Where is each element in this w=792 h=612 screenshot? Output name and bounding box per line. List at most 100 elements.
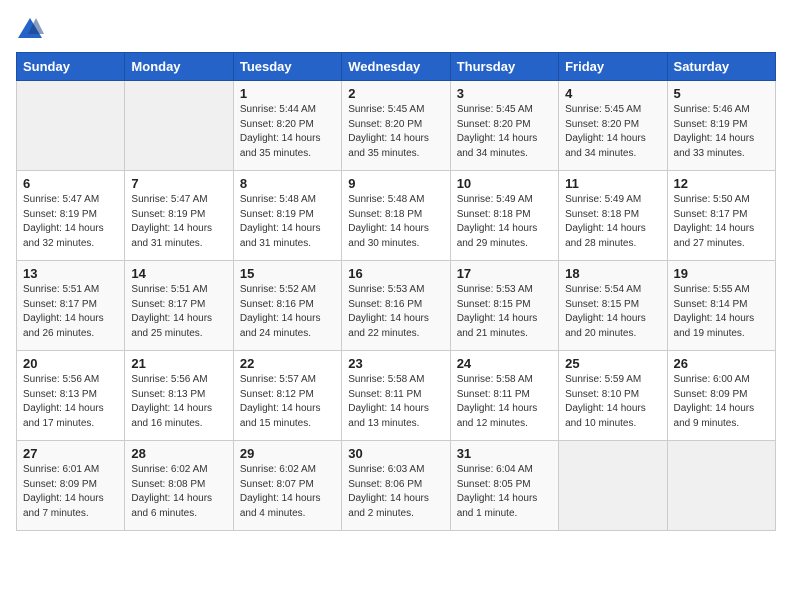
- weekday-header: Wednesday: [342, 53, 450, 81]
- day-number: 19: [674, 266, 769, 281]
- day-number: 20: [23, 356, 118, 371]
- day-number: 30: [348, 446, 443, 461]
- day-number: 28: [131, 446, 226, 461]
- calendar-day-cell: 4 Sunrise: 5:45 AM Sunset: 8:20 PM Daylig…: [559, 81, 667, 171]
- calendar-day-cell: 25Sunrise: 5:59 AM Sunset: 8:10 PM Dayli…: [559, 351, 667, 441]
- day-number: 10: [457, 176, 552, 191]
- weekday-header: Sunday: [17, 53, 125, 81]
- day-number: 7: [131, 176, 226, 191]
- day-detail: Sunrise: 5:56 AM Sunset: 8:13 PM Dayligh…: [131, 373, 226, 431]
- day-number: 23: [348, 356, 443, 371]
- day-number: 17: [457, 266, 552, 281]
- day-detail: Sunrise: 5:49 AM Sunset: 8:18 PM Dayligh…: [565, 193, 660, 251]
- day-detail: Sunrise: 6:02 AM Sunset: 8:07 PM Dayligh…: [240, 463, 335, 521]
- day-detail: Sunrise: 5:55 AM Sunset: 8:14 PM Dayligh…: [674, 283, 769, 341]
- day-detail: Sunrise: 6:02 AM Sunset: 8:08 PM Dayligh…: [131, 463, 226, 521]
- calendar-day-cell: 31 Sunrise: 6:04 AM Sunset: 8:05 PM Dayli…: [450, 441, 558, 531]
- calendar-day-cell: 18Sunrise: 5:54 AM Sunset: 8:15 PM Dayli…: [559, 261, 667, 351]
- day-detail: Sunrise: 5:45 AM Sunset: 8:20 PM Dayligh…: [457, 103, 552, 161]
- day-detail: Sunrise: 5:51 AM Sunset: 8:17 PM Dayligh…: [131, 283, 226, 341]
- calendar-day-cell: 12 Sunrise: 5:50 AM Sunset: 8:17 PM Dayli…: [667, 171, 775, 261]
- day-detail: Sunrise: 6:01 AM Sunset: 8:09 PM Dayligh…: [23, 463, 118, 521]
- day-detail: Sunrise: 5:57 AM Sunset: 8:12 PM Dayligh…: [240, 373, 335, 431]
- day-detail: Sunrise: 5:58 AM Sunset: 8:11 PM Dayligh…: [457, 373, 552, 431]
- day-detail: Sunrise: 5:45 AM Sunset: 8:20 PM Dayligh…: [348, 103, 443, 161]
- day-number: 3: [457, 86, 552, 101]
- day-number: 12: [674, 176, 769, 191]
- day-detail: Sunrise: 5:44 AM Sunset: 8:20 PM Dayligh…: [240, 103, 335, 161]
- day-detail: Sunrise: 5:45 AM Sunset: 8:20 PM Dayligh…: [565, 103, 660, 161]
- calendar-week-row: 1 Sunrise: 5:44 AM Sunset: 8:20 PM Daylig…: [17, 81, 776, 171]
- calendar-day-cell: [17, 81, 125, 171]
- day-detail: Sunrise: 5:47 AM Sunset: 8:19 PM Dayligh…: [131, 193, 226, 251]
- calendar-day-cell: 6 Sunrise: 5:47 AM Sunset: 8:19 PM Daylig…: [17, 171, 125, 261]
- weekday-header: Thursday: [450, 53, 558, 81]
- day-number: 29: [240, 446, 335, 461]
- day-detail: Sunrise: 5:49 AM Sunset: 8:18 PM Dayligh…: [457, 193, 552, 251]
- day-number: 24: [457, 356, 552, 371]
- calendar-day-cell: 8Sunrise: 5:48 AM Sunset: 8:19 PM Daylig…: [233, 171, 341, 261]
- day-number: 15: [240, 266, 335, 281]
- calendar-day-cell: 22 Sunrise: 5:57 AM Sunset: 8:12 PM Dayli…: [233, 351, 341, 441]
- day-detail: Sunrise: 5:51 AM Sunset: 8:17 PM Dayligh…: [23, 283, 118, 341]
- day-number: 14: [131, 266, 226, 281]
- calendar-day-cell: 20 Sunrise: 5:56 AM Sunset: 8:13 PM Dayli…: [17, 351, 125, 441]
- day-detail: Sunrise: 5:53 AM Sunset: 8:16 PM Dayligh…: [348, 283, 443, 341]
- calendar-day-cell: 2 Sunrise: 5:45 AM Sunset: 8:20 PM Daylig…: [342, 81, 450, 171]
- weekday-header: Friday: [559, 53, 667, 81]
- day-number: 27: [23, 446, 118, 461]
- calendar-day-cell: 23 Sunrise: 5:58 AM Sunset: 8:11 PM Dayli…: [342, 351, 450, 441]
- day-number: 11: [565, 176, 660, 191]
- calendar-week-row: 13 Sunrise: 5:51 AM Sunset: 8:17 PM Dayli…: [17, 261, 776, 351]
- day-number: 16: [348, 266, 443, 281]
- calendar-day-cell: 16 Sunrise: 5:53 AM Sunset: 8:16 PM Dayli…: [342, 261, 450, 351]
- calendar-day-cell: [559, 441, 667, 531]
- weekday-header: Tuesday: [233, 53, 341, 81]
- day-number: 21: [131, 356, 226, 371]
- weekday-header: Monday: [125, 53, 233, 81]
- day-number: 8: [240, 176, 335, 191]
- day-detail: Sunrise: 5:46 AM Sunset: 8:19 PM Dayligh…: [674, 103, 769, 161]
- page-header: [16, 16, 776, 44]
- day-detail: Sunrise: 5:50 AM Sunset: 8:17 PM Dayligh…: [674, 193, 769, 251]
- day-number: 9: [348, 176, 443, 191]
- calendar-day-cell: 15 Sunrise: 5:52 AM Sunset: 8:16 PM Dayli…: [233, 261, 341, 351]
- day-number: 25: [565, 356, 660, 371]
- calendar-day-cell: 10 Sunrise: 5:49 AM Sunset: 8:18 PM Dayli…: [450, 171, 558, 261]
- day-detail: Sunrise: 6:00 AM Sunset: 8:09 PM Dayligh…: [674, 373, 769, 431]
- day-number: 6: [23, 176, 118, 191]
- weekday-header: Saturday: [667, 53, 775, 81]
- calendar-day-cell: 28 Sunrise: 6:02 AM Sunset: 8:08 PM Dayli…: [125, 441, 233, 531]
- day-number: 13: [23, 266, 118, 281]
- calendar-day-cell: 14 Sunrise: 5:51 AM Sunset: 8:17 PM Dayli…: [125, 261, 233, 351]
- logo: [16, 16, 48, 44]
- day-number: 22: [240, 356, 335, 371]
- calendar-day-cell: 30Sunrise: 6:03 AM Sunset: 8:06 PM Dayli…: [342, 441, 450, 531]
- day-number: 2: [348, 86, 443, 101]
- day-number: 5: [674, 86, 769, 101]
- day-number: 1: [240, 86, 335, 101]
- day-number: 31: [457, 446, 552, 461]
- calendar-week-row: 27 Sunrise: 6:01 AM Sunset: 8:09 PM Dayli…: [17, 441, 776, 531]
- calendar-day-cell: 29 Sunrise: 6:02 AM Sunset: 8:07 PM Dayli…: [233, 441, 341, 531]
- day-detail: Sunrise: 5:52 AM Sunset: 8:16 PM Dayligh…: [240, 283, 335, 341]
- calendar-week-row: 6 Sunrise: 5:47 AM Sunset: 8:19 PM Daylig…: [17, 171, 776, 261]
- day-detail: Sunrise: 5:54 AM Sunset: 8:15 PM Dayligh…: [565, 283, 660, 341]
- calendar-day-cell: 27 Sunrise: 6:01 AM Sunset: 8:09 PM Dayli…: [17, 441, 125, 531]
- calendar-day-cell: [667, 441, 775, 531]
- day-detail: Sunrise: 6:04 AM Sunset: 8:05 PM Dayligh…: [457, 463, 552, 521]
- day-detail: Sunrise: 5:58 AM Sunset: 8:11 PM Dayligh…: [348, 373, 443, 431]
- calendar-day-cell: 13 Sunrise: 5:51 AM Sunset: 8:17 PM Dayli…: [17, 261, 125, 351]
- calendar-day-cell: 24 Sunrise: 5:58 AM Sunset: 8:11 PM Dayli…: [450, 351, 558, 441]
- calendar-day-cell: 26Sunrise: 6:00 AM Sunset: 8:09 PM Dayli…: [667, 351, 775, 441]
- logo-icon: [16, 16, 44, 44]
- calendar-day-cell: 9Sunrise: 5:48 AM Sunset: 8:18 PM Daylig…: [342, 171, 450, 261]
- calendar-day-cell: 21 Sunrise: 5:56 AM Sunset: 8:13 PM Dayli…: [125, 351, 233, 441]
- calendar-day-cell: 1 Sunrise: 5:44 AM Sunset: 8:20 PM Daylig…: [233, 81, 341, 171]
- calendar-table: SundayMondayTuesdayWednesdayThursdayFrid…: [16, 52, 776, 531]
- day-number: 4: [565, 86, 660, 101]
- day-detail: Sunrise: 5:47 AM Sunset: 8:19 PM Dayligh…: [23, 193, 118, 251]
- day-detail: Sunrise: 5:56 AM Sunset: 8:13 PM Dayligh…: [23, 373, 118, 431]
- calendar-day-cell: 11 Sunrise: 5:49 AM Sunset: 8:18 PM Dayli…: [559, 171, 667, 261]
- calendar-day-cell: 3 Sunrise: 5:45 AM Sunset: 8:20 PM Daylig…: [450, 81, 558, 171]
